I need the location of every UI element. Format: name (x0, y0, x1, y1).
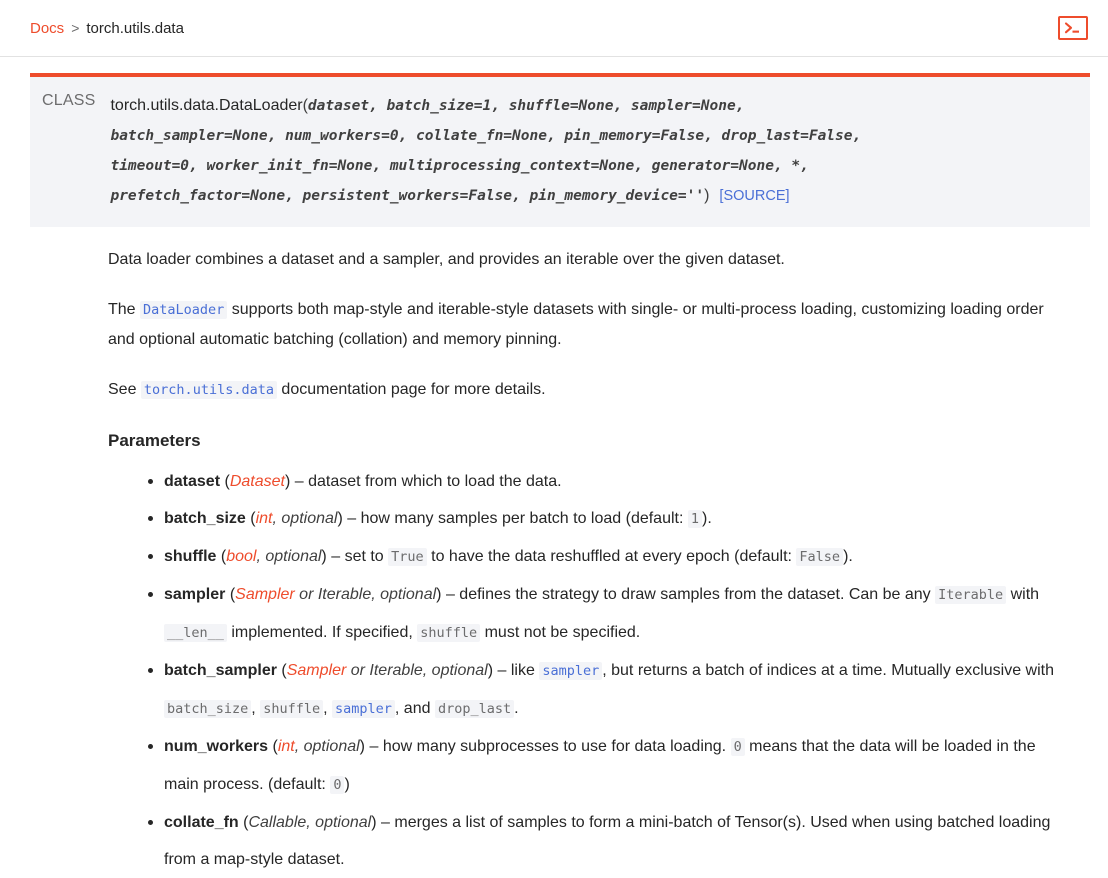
para3-prefix: See (108, 381, 137, 398)
param-name: batch_size (164, 510, 246, 527)
parameter-item-batch-size: batch_size (int, optional) – how many sa… (148, 500, 1072, 538)
param-name: sampler (164, 586, 226, 603)
signature-close-paren: ) (704, 187, 710, 204)
param-type-link[interactable]: int (256, 510, 273, 527)
parameter-item-sampler: sampler (Sampler or Iterable, optional) … (148, 576, 1072, 652)
para2-rest: supports both map-style and iterable-sty… (108, 301, 1044, 348)
param-name: num_workers (164, 738, 269, 755)
paragraph-intro-text: Data loader combines a dataset and a sam… (108, 251, 785, 268)
param-type-plain: Callable, optional (248, 814, 372, 831)
inline-code-dataloader[interactable]: DataLoader (140, 301, 228, 319)
param-desc-5: , and (394, 700, 431, 717)
param-code-sampler-2[interactable]: sampler (332, 700, 395, 718)
param-type-plain: , optional (272, 510, 338, 527)
para3-rest: documentation page for more details. (281, 381, 546, 398)
param-code-shuffle: shuffle (417, 624, 481, 642)
param-code-false: False (796, 548, 844, 566)
signature-params-line-4: prefetch_factor=None, persistent_workers… (110, 188, 705, 204)
param-type-plain: , optional (256, 548, 322, 565)
param-code-shuffle: shuffle (260, 700, 324, 718)
parameter-item-dataset: dataset (Dataset) – dataset from which t… (148, 463, 1072, 500)
breadcrumb-separator: > (71, 19, 80, 36)
param-desc-3: implemented. If specified, (231, 624, 413, 641)
param-dash: – (381, 814, 390, 831)
param-desc: how many subprocesses to use for data lo… (382, 738, 727, 755)
parameter-item-shuffle: shuffle (bool, optional) – set to True t… (148, 538, 1072, 576)
param-desc-4: , (323, 700, 328, 717)
param-code-drop-last: drop_last (434, 700, 515, 718)
param-desc-3: , (251, 700, 256, 717)
param-code-len: __len__ (164, 624, 227, 642)
para2-prefix: The (108, 301, 136, 318)
parameter-item-num-workers: num_workers (int, optional) – how many s… (148, 728, 1072, 804)
param-code-true: True (388, 548, 427, 566)
param-code-zero: 0 (730, 738, 745, 756)
param-type-link[interactable]: Sampler (287, 662, 347, 679)
parameters-heading: Parameters (108, 431, 201, 450)
signature-line-4: prefetch_factor=None, persistent_workers… (110, 181, 1072, 211)
inline-code-torch-utils-data[interactable]: torch.utils.data (140, 381, 277, 399)
signature-params-line-1: dataset, batch_size=1, shuffle=None, sam… (307, 98, 745, 114)
param-code-iterable: Iterable (935, 586, 1007, 604)
class-signature-block: CLASS torch.utils.data.DataLoader(datase… (30, 73, 1090, 227)
param-name: collate_fn (164, 814, 239, 831)
terminal-button[interactable] (1058, 16, 1088, 40)
param-dash: – (369, 738, 379, 755)
param-desc-tail: ) (344, 776, 350, 793)
param-type-plain: or Iterable, optional (346, 662, 488, 679)
param-name: shuffle (164, 548, 217, 565)
signature-line-3: timeout=0, worker_init_fn=None, multipro… (110, 151, 1072, 181)
param-code-default: 1 (687, 510, 703, 528)
breadcrumb: Docs > torch.utils.data (30, 20, 184, 37)
paragraph-dataloader: The DataLoader supports both map-style a… (108, 295, 1072, 355)
param-dash: – (331, 548, 341, 565)
param-desc-tail: ). (702, 510, 712, 527)
signature-line-2: batch_sampler=None, num_workers=0, colla… (110, 121, 1072, 151)
param-desc-tail: must not be specified. (484, 624, 641, 641)
param-type-link[interactable]: Sampler (235, 586, 295, 603)
signature-qualified-name: torch.utils.data.DataLoader (110, 97, 303, 114)
paragraph-see-also: See torch.utils.data documentation page … (108, 375, 1072, 405)
param-desc-tail: . (514, 700, 519, 717)
param-type-link[interactable]: Dataset (230, 473, 285, 490)
param-desc: how many samples per batch to load (defa… (360, 510, 684, 527)
param-desc: like (510, 662, 535, 679)
param-desc-tail: ). (843, 548, 853, 565)
param-code-zero-default: 0 (330, 776, 345, 794)
param-dash: – (497, 662, 507, 679)
parameter-item-batch-sampler: batch_sampler (Sampler or Iterable, opti… (148, 652, 1072, 728)
param-name: batch_sampler (164, 662, 277, 679)
param-type-plain: , optional (294, 738, 360, 755)
signature-params-line-3: timeout=0, worker_init_fn=None, multipro… (110, 158, 809, 174)
param-type-link[interactable]: int (278, 738, 295, 755)
param-type-plain: or Iterable, optional (294, 586, 437, 603)
param-desc-2: with (1010, 586, 1040, 603)
main-content: CLASS torch.utils.data.DataLoader(datase… (0, 57, 1108, 878)
breadcrumb-current: torch.utils.data (86, 19, 184, 37)
param-code-batch-size: batch_size (164, 700, 252, 718)
signature-line-1: torch.utils.data.DataLoader(dataset, bat… (110, 91, 1072, 121)
param-desc-2: to have the data reshuffled at every epo… (431, 548, 792, 565)
paragraph-intro: Data loader combines a dataset and a sam… (108, 245, 1072, 275)
param-desc: dataset from which to load the data. (308, 473, 562, 490)
param-desc-2: , but returns a batch of indices at a ti… (602, 662, 1054, 679)
param-name: dataset (164, 473, 221, 490)
parameters-list: dataset (Dataset) – dataset from which t… (108, 463, 1072, 878)
signature-kind-label: CLASS (42, 92, 96, 109)
breadcrumb-link-docs[interactable]: Docs (30, 20, 64, 37)
top-header-bar: Docs > torch.utils.data (0, 0, 1108, 57)
param-dash: – (347, 510, 357, 527)
param-type-link[interactable]: bool (226, 548, 256, 565)
source-link[interactable]: [SOURCE] (719, 188, 789, 204)
signature-body: torch.utils.data.DataLoader(dataset, bat… (110, 91, 1072, 211)
signature-params-line-2: batch_sampler=None, num_workers=0, colla… (110, 128, 862, 144)
param-dash: – (445, 586, 455, 603)
param-code-sampler[interactable]: sampler (539, 662, 603, 680)
description-body: Data loader combines a dataset and a sam… (30, 245, 1090, 878)
parameter-item-collate-fn: collate_fn (Callable, optional) – merges… (148, 804, 1072, 878)
terminal-icon (1064, 21, 1082, 35)
param-desc: defines the strategy to draw samples fro… (459, 586, 931, 603)
param-desc: set to (344, 548, 384, 565)
param-dash: – (294, 473, 304, 490)
